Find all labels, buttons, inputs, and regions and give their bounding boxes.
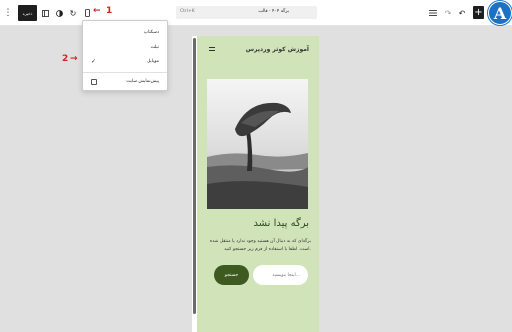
external-link-icon (91, 79, 97, 85)
page-heading: برگه پیدا نشد (253, 218, 309, 229)
search-button[interactable]: جستجو (214, 265, 249, 285)
sidebar-toggle-icon[interactable] (40, 5, 50, 21)
annotation-arrow-2: → (70, 54, 78, 64)
menu-item-preview-site[interactable]: پیش‌نمایش سایت (126, 79, 159, 84)
list-view-icon[interactable] (428, 5, 438, 21)
device-preview-icon[interactable] (82, 5, 92, 21)
page-paragraph: برگه‌ای که به دنبال آن هستید وجود ندارد … (209, 239, 311, 252)
save-button[interactable]: ذخیره (18, 5, 37, 21)
add-block-button[interactable]: + (473, 6, 484, 19)
search-input[interactable]: اینجا بنویسید... (253, 265, 308, 285)
options-icon[interactable]: ⋮ (3, 5, 13, 21)
menu-divider (83, 72, 167, 73)
annotation-arrow-1: ← (93, 6, 101, 16)
site-logo: A (488, 1, 512, 25)
annotation-number-1: 1 (106, 6, 113, 16)
undo-history-icon[interactable]: ↻ (68, 5, 78, 21)
menu-item-tablet[interactable]: تبلت (150, 45, 159, 50)
command-shortcut: Ctrl+K (180, 9, 195, 14)
hamburger-menu-icon[interactable] (209, 47, 215, 51)
check-icon: ✓ (91, 58, 97, 65)
document-title: برگه ۴۰۴ · قالب (258, 9, 289, 14)
editor-toolbar: ⋮ ذخیره ↻ Ctrl+K برگه ۴۰۴ · قالب ↷ ↶ + A (0, 0, 512, 26)
undo-icon[interactable]: ↶ (457, 5, 467, 21)
style-contrast-icon[interactable] (54, 5, 64, 21)
menu-item-desktop[interactable]: دسکتاپ (144, 30, 159, 35)
scrollbar-thumb[interactable] (193, 38, 196, 314)
menu-item-mobile[interactable]: موبایل (147, 59, 159, 64)
site-title[interactable]: آموزش کوثر وردپرس (246, 46, 309, 53)
device-preview-menu: دسکتاپ تبلت ✓ موبایل پیش‌نمایش سایت (82, 20, 168, 91)
hero-image (207, 79, 308, 209)
annotation-number-2: 2 (62, 54, 69, 64)
document-bar[interactable]: Ctrl+K برگه ۴۰۴ · قالب (176, 6, 317, 19)
redo-icon[interactable]: ↷ (443, 5, 453, 21)
mobile-preview-frame: آموزش کوثر وردپرس برگه پیدا نشد برگه‌ای … (197, 36, 319, 332)
